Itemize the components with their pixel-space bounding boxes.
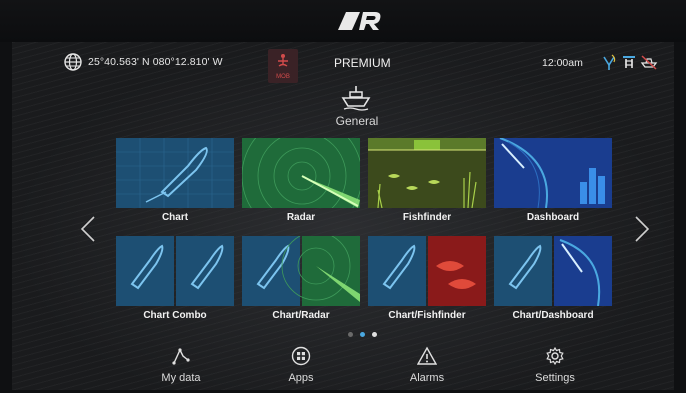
chart-radar-app-label: Chart/Radar xyxy=(272,310,330,321)
chart-app-icon xyxy=(116,138,234,208)
chart-combo-app-label: Chart Combo xyxy=(143,310,207,321)
vessel-status-icon[interactable] xyxy=(640,53,658,71)
my-data-button[interactable]: My data xyxy=(136,340,226,390)
mode-label: General xyxy=(335,114,379,128)
apps-icon xyxy=(291,346,311,366)
settings-label: Settings xyxy=(535,372,575,384)
mob-label: MOB xyxy=(276,74,290,80)
home-screen: 25°40.563' N 080°12.810' W MOB PREMIUM 1… xyxy=(12,42,674,390)
gear-icon xyxy=(546,346,564,366)
page-dot[interactable] xyxy=(348,332,353,337)
chart-radar-app-tile[interactable] xyxy=(242,236,360,306)
fishfinder-app-label: Fishfinder xyxy=(402,212,452,223)
my-data-label: My data xyxy=(161,372,201,384)
chart-fishfinder-app-icon xyxy=(368,236,486,306)
dashboard-app-label: Dashboard xyxy=(526,212,580,223)
alarms-button[interactable]: Alarms xyxy=(382,340,472,390)
apps-label: Apps xyxy=(288,372,314,384)
device-frame: 25°40.563' N 080°12.810' W MOB PREMIUM 1… xyxy=(0,0,686,393)
page-dot-active[interactable] xyxy=(360,332,365,337)
chart-dashboard-app-tile[interactable] xyxy=(494,236,612,306)
chart-app-label: Chart xyxy=(161,212,189,223)
autopilot-icon[interactable] xyxy=(620,53,638,71)
chart-app-tile[interactable] xyxy=(116,138,234,208)
bottom-dock: My data Apps Alarms Settings xyxy=(12,340,674,390)
chart-combo-app-icon xyxy=(116,236,234,306)
radar-app-label: Radar xyxy=(286,212,316,223)
gps-signal-icon[interactable] xyxy=(600,53,618,71)
page-indicator xyxy=(348,332,388,340)
previous-page-arrow[interactable] xyxy=(78,214,98,244)
dashboard-app-tile[interactable] xyxy=(494,138,612,208)
chart-combo-app-tile[interactable] xyxy=(116,236,234,306)
chart-fishfinder-app-tile[interactable] xyxy=(368,236,486,306)
clock-time: 12:00am xyxy=(542,57,583,69)
page-dot[interactable] xyxy=(372,332,377,337)
brand-logo xyxy=(338,12,381,30)
chart-radar-app-icon xyxy=(242,236,360,306)
top-bezel xyxy=(0,0,686,42)
status-bar: 25°40.563' N 080°12.810' W MOB PREMIUM 1… xyxy=(12,42,674,83)
alarms-label: Alarms xyxy=(409,372,445,384)
alarm-icon xyxy=(417,346,437,365)
position-coordinates: 25°40.563' N 080°12.810' W xyxy=(88,56,223,68)
boat-icon[interactable] xyxy=(340,84,372,112)
man-overboard-icon xyxy=(278,54,288,67)
fishfinder-app-icon xyxy=(368,138,486,208)
edition-label: PREMIUM xyxy=(334,56,391,70)
radar-app-tile[interactable] xyxy=(242,138,360,208)
radar-app-icon xyxy=(242,138,360,208)
settings-button[interactable]: Settings xyxy=(510,340,600,390)
apps-button[interactable]: Apps xyxy=(256,340,346,390)
mob-button[interactable]: MOB xyxy=(268,49,298,83)
next-page-arrow[interactable] xyxy=(632,214,652,244)
chart-fishfinder-app-label: Chart/Fishfinder xyxy=(388,310,466,321)
my-data-icon xyxy=(172,348,190,365)
fishfinder-app-tile[interactable] xyxy=(368,138,486,208)
dashboard-app-icon xyxy=(494,138,612,208)
chart-dashboard-app-label: Chart/Dashboard xyxy=(512,310,594,321)
chart-dashboard-app-icon xyxy=(494,236,612,306)
globe-icon[interactable] xyxy=(64,53,82,71)
